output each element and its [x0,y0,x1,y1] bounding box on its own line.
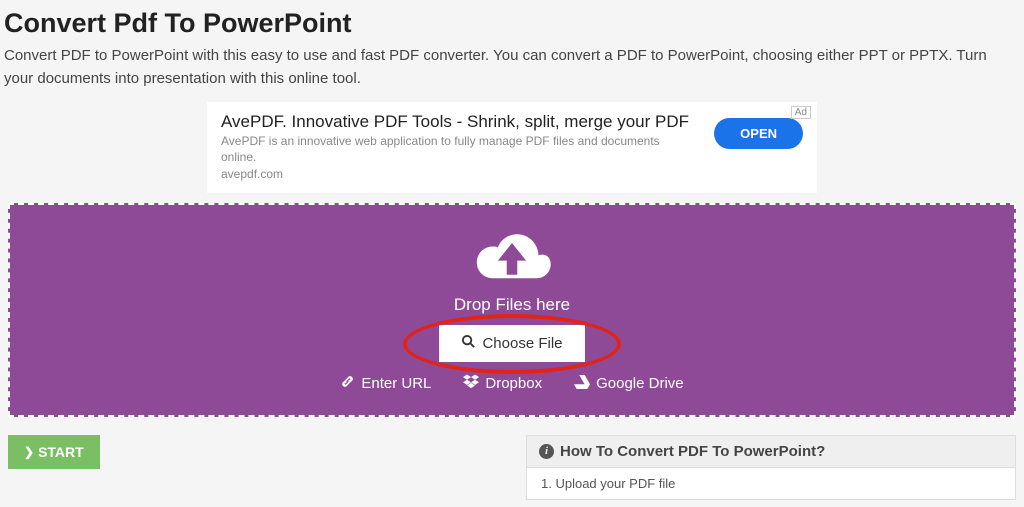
drop-files-label: Drop Files here [10,295,1014,315]
howto-panel: i How To Convert PDF To PowerPoint? 1. U… [526,435,1016,500]
dropbox-option[interactable]: Dropbox [463,374,542,393]
choose-file-button[interactable]: Choose File [439,325,584,362]
google-drive-label: Google Drive [596,375,684,392]
ad-title: AvePDF. Innovative PDF Tools - Shrink, s… [221,112,698,132]
link-icon [340,374,355,393]
page-title: Convert Pdf To PowerPoint [4,8,1020,39]
start-button[interactable]: ❯ START [8,435,100,469]
choose-file-label: Choose File [482,335,562,352]
page-subtitle: Convert PDF to PowerPoint with this easy… [4,45,1004,90]
dropbox-icon [463,374,479,393]
ad-tag: Ad [791,106,811,119]
search-icon [461,334,476,353]
ad-description: AvePDF is an innovative web application … [221,134,698,165]
ad-banner[interactable]: Ad AvePDF. Innovative PDF Tools - Shrink… [207,102,817,193]
google-drive-option[interactable]: Google Drive [574,374,684,393]
google-drive-icon [574,375,590,393]
start-label: START [38,444,84,460]
chevron-right-icon: ❯ [24,445,34,459]
cloud-upload-icon [468,227,556,289]
enter-url-label: Enter URL [361,375,431,392]
enter-url-option[interactable]: Enter URL [340,374,431,393]
ad-open-button[interactable]: OPEN [714,118,803,149]
file-dropzone[interactable]: Drop Files here Choose File Enter URL [8,203,1016,417]
howto-title: How To Convert PDF To PowerPoint? [560,443,825,460]
howto-step-1: 1. Upload your PDF file [527,468,1015,499]
ad-domain: avepdf.com [221,167,698,181]
info-icon: i [539,444,554,459]
dropbox-label: Dropbox [485,375,542,392]
